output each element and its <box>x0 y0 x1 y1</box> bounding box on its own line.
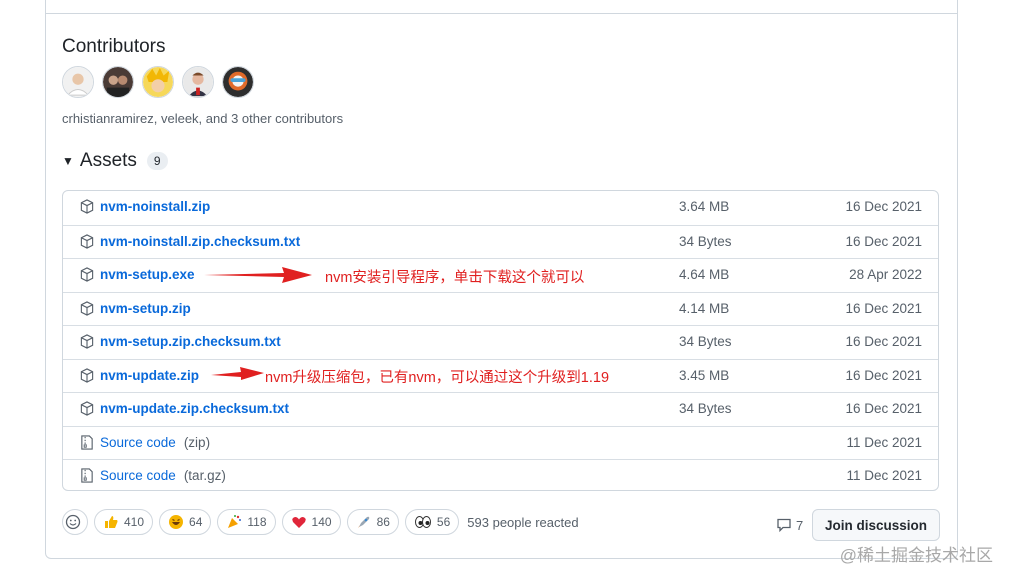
package-icon <box>80 233 94 249</box>
asset-link[interactable]: nvm-noinstall.zip.checksum.txt <box>100 234 300 249</box>
file-zip-icon <box>81 434 93 450</box>
reaction-eyes[interactable]: 56 <box>404 509 460 535</box>
assets-count-badge: 9 <box>146 152 168 170</box>
eyes-icon <box>414 516 431 528</box>
asset-suffix: (tar.gz) <box>183 468 226 483</box>
table-row: nvm-setup.zip.checksum.txt 34 Bytes 16 Dec… <box>63 325 938 359</box>
comments-count[interactable]: 7 <box>776 517 803 533</box>
assets-table: nvm-noinstall.zip 3.64 MB 16 Dec 2021 nvm-n… <box>62 190 939 491</box>
asset-link[interactable]: nvm-setup.zip.checksum.txt <box>100 334 281 349</box>
annotation-setup-exe: nvm安装引导程序，单击下载这个就可以 <box>325 270 585 286</box>
asset-link[interactable]: Source code (zip) <box>100 435 210 450</box>
contributors-summary: crhistianramirez, veleek, and 3 other co… <box>62 111 344 126</box>
reactions-summary: 593 people reacted <box>467 514 579 530</box>
asset-date: 16 Dec 2021 <box>845 334 922 349</box>
asset-size: 4.64 MB <box>679 267 730 282</box>
asset-date: 16 Dec 2021 <box>845 300 922 316</box>
asset-size: 3.64 MB <box>679 199 730 214</box>
asset-date: 16 Dec 2021 <box>845 199 922 214</box>
watermark: @稀土掘金技术社区 <box>839 546 993 565</box>
package-icon <box>80 267 94 282</box>
asset-name: nvm-update.zip.checksum.txt <box>100 401 290 416</box>
asset-date: 16 Dec 2021 <box>845 401 922 416</box>
asset-link[interactable]: nvm-setup.exe <box>100 267 195 282</box>
asset-suffix: (zip) <box>183 434 211 450</box>
annotation-update-zip: nvm升级压缩包，已有nvm，可以通过这个升级到1.19 <box>265 370 610 386</box>
file-zip-icon <box>81 468 93 483</box>
reaction-count: 86 <box>376 515 390 529</box>
avatar[interactable] <box>182 66 214 98</box>
asset-date: 16 Dec 2021 <box>845 367 922 383</box>
asset-link[interactable]: Source code (tar.gz) <box>100 468 226 483</box>
table-row: Source code (tar.gz) 11 Dec 2021 <box>63 459 938 490</box>
reaction-rocket[interactable]: 86 <box>346 509 399 535</box>
asset-date: 11 Dec 2021 <box>846 468 922 483</box>
asset-name: Source code <box>100 468 176 483</box>
package-icon <box>80 199 94 214</box>
rocket-icon <box>357 516 369 528</box>
avatar[interactable] <box>142 66 174 98</box>
annotation-arrow <box>211 367 264 380</box>
asset-name: nvm-noinstall.zip <box>100 199 211 214</box>
triangle-down-icon: ▼ <box>62 154 74 168</box>
reaction-count: 64 <box>189 515 203 529</box>
laugh-icon <box>169 515 184 529</box>
assets-title: Assets <box>79 150 137 171</box>
contributor-avatars <box>62 66 254 98</box>
avatar[interactable] <box>222 66 254 98</box>
avatar[interactable] <box>62 66 94 98</box>
comment-icon <box>777 518 791 533</box>
smiley-icon <box>65 514 80 530</box>
join-discussion-button[interactable]: Join discussion <box>812 509 940 541</box>
asset-size: 4.14 MB <box>679 300 730 316</box>
asset-name: nvm-setup.exe <box>100 267 195 282</box>
table-row: nvm-setup.zip 4.14 MB 16 Dec 2021 <box>63 291 938 326</box>
contributors-heading: Contributors <box>62 36 166 57</box>
reaction-hooray[interactable]: 118 <box>217 509 276 535</box>
annotation-arrow <box>204 267 312 283</box>
reactions-bar: 410 64 118 140 86 56 593 people reacted <box>62 509 579 535</box>
asset-size: 34 Bytes <box>679 233 732 249</box>
thumbs-up-icon <box>105 516 118 528</box>
asset-size: 34 Bytes <box>679 334 732 349</box>
asset-link[interactable]: nvm-update.zip <box>100 368 199 383</box>
asset-name: nvm-setup.zip.checksum.txt <box>100 334 281 349</box>
comment-count-text: 7 <box>796 517 804 533</box>
asset-link[interactable]: nvm-setup.zip <box>100 301 191 316</box>
asset-date: 28 Apr 2022 <box>849 267 922 282</box>
asset-date: 16 Dec 2021 <box>845 233 922 249</box>
release-card: Contributors crhistianramirez, veleek, a… <box>45 0 958 559</box>
package-icon <box>80 300 94 316</box>
add-reaction-button[interactable] <box>62 509 88 535</box>
asset-name: nvm-update.zip <box>100 367 200 383</box>
asset-size: 34 Bytes <box>679 401 732 416</box>
asset-name: nvm-setup.zip <box>100 300 191 316</box>
reaction-thumbs-up[interactable]: 410 <box>94 509 154 535</box>
reaction-laugh[interactable]: 64 <box>159 509 212 535</box>
asset-link[interactable]: nvm-noinstall.zip <box>100 199 210 214</box>
table-row: nvm-update.zip.checksum.txt 34 Bytes 16 De… <box>63 392 938 426</box>
table-row: nvm-noinstall.zip.checksum.txt 34 Bytes 16… <box>63 224 938 259</box>
package-icon <box>80 367 94 383</box>
table-row: Source code (zip) 11 Dec 2021 <box>63 425 938 460</box>
asset-name: Source code <box>100 434 176 450</box>
heart-icon <box>291 517 306 528</box>
table-row: nvm-noinstall.zip 3.64 MB 16 Dec 2021 <box>63 191 938 225</box>
reaction-count: 118 <box>247 515 267 529</box>
asset-date: 11 Dec 2021 <box>846 434 922 450</box>
asset-link[interactable]: nvm-update.zip.checksum.txt <box>100 401 289 416</box>
reaction-count: 56 <box>436 515 451 529</box>
asset-name: nvm-noinstall.zip.checksum.txt <box>100 233 301 249</box>
reaction-count: 140 <box>311 515 332 529</box>
assets-toggle[interactable]: ▼ Assets 9 <box>62 150 168 172</box>
asset-size: 3.45 MB <box>679 367 730 383</box>
reaction-heart[interactable]: 140 <box>281 509 341 535</box>
package-icon <box>80 334 94 349</box>
divider <box>46 13 957 14</box>
reaction-count: 410 <box>124 515 145 529</box>
avatar[interactable] <box>102 66 134 98</box>
hooray-icon <box>228 515 242 528</box>
package-icon <box>80 401 94 416</box>
